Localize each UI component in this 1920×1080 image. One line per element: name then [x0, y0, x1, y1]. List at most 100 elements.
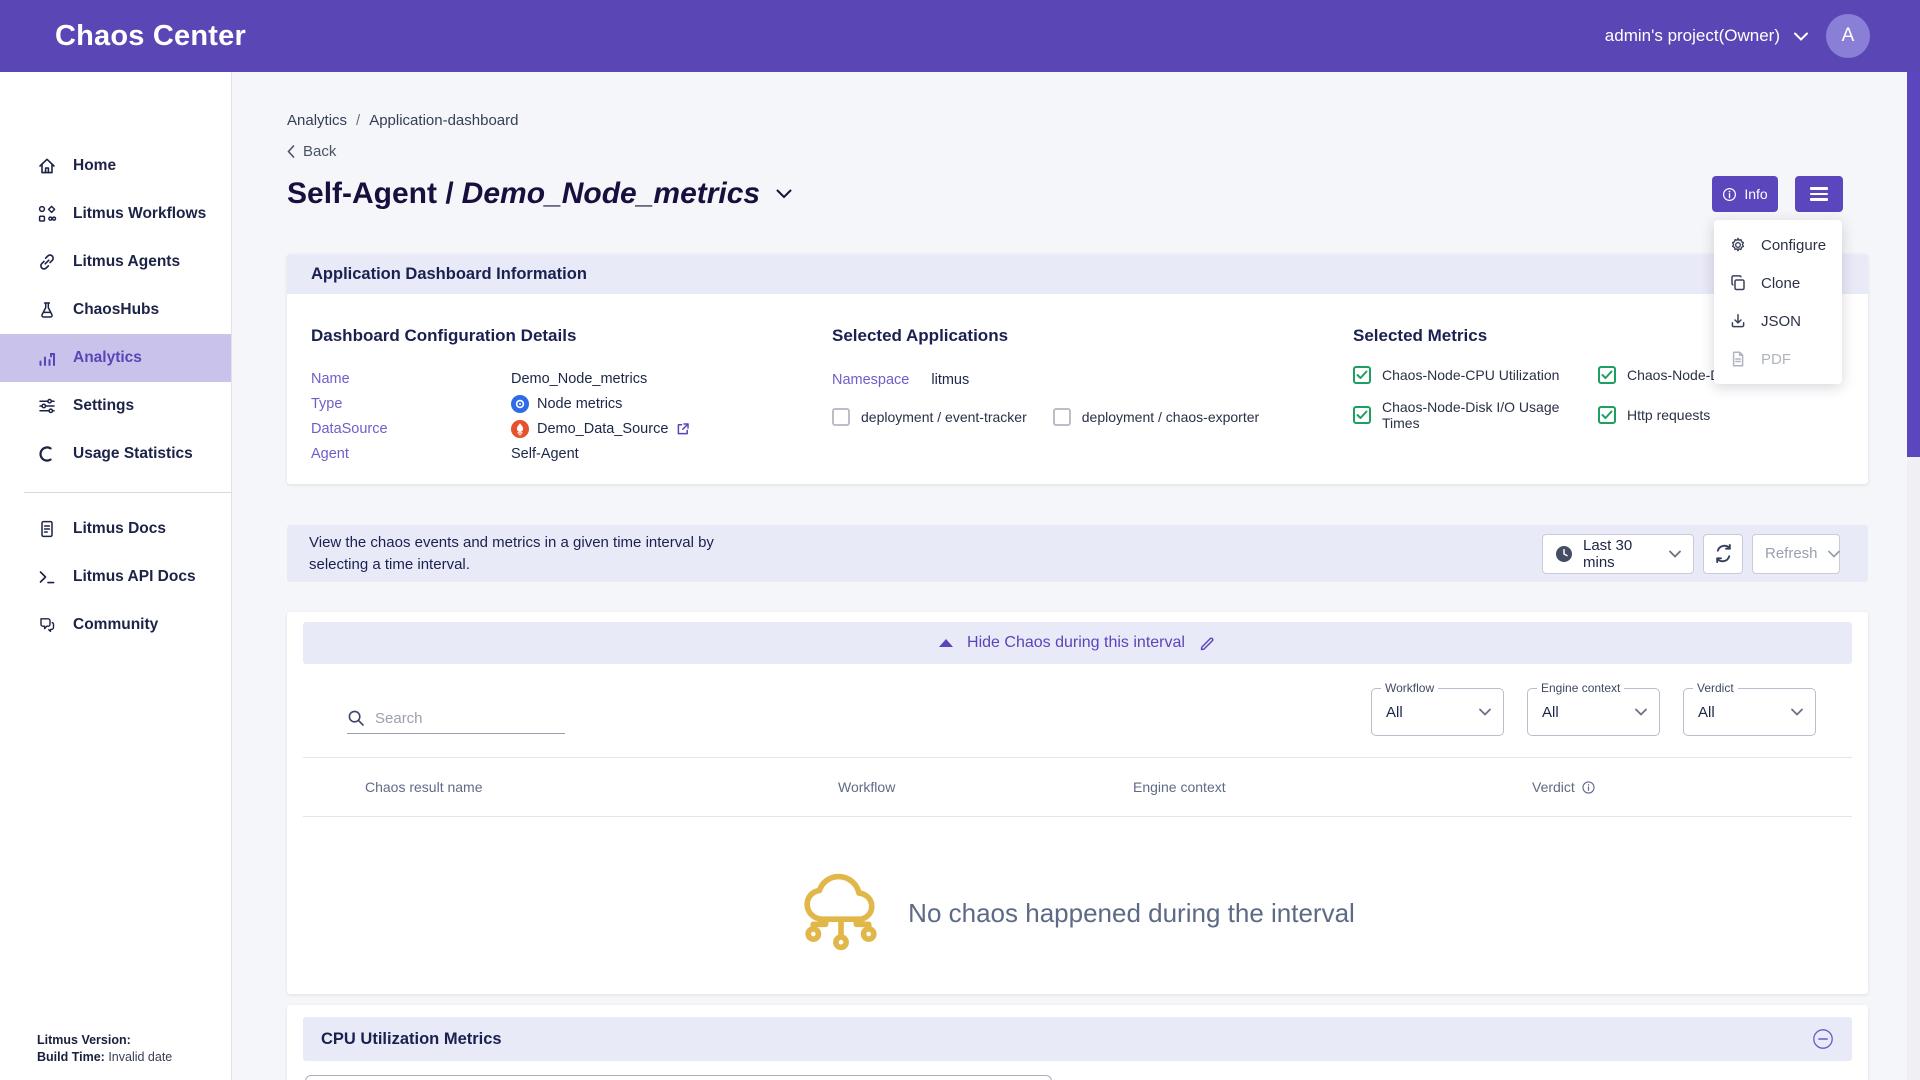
sidebar: Home Litmus Workflows Litmus Agents Chao…: [0, 72, 232, 1080]
project-label: admin's project(Owner): [1605, 26, 1780, 46]
engine-context-filter-select[interactable]: Engine context All: [1527, 688, 1660, 736]
hamburger-icon: [1810, 187, 1828, 189]
checkbox-checked: [1353, 406, 1371, 424]
link-icon: [37, 252, 57, 272]
build-time-label: Build Time:: [37, 1050, 105, 1064]
config-row-datasource: DataSource Demo_Data_Source: [311, 416, 811, 441]
info-button[interactable]: Info: [1712, 176, 1778, 212]
sidebar-item-litmus-api-docs[interactable]: Litmus API Docs: [0, 553, 231, 601]
sidebar-item-litmus-docs[interactable]: Litmus Docs: [0, 505, 231, 553]
empty-state: No chaos happened during the interval: [303, 870, 1852, 956]
pencil-icon[interactable]: [1199, 635, 1216, 652]
litmus-version-label: Litmus Version:: [37, 1033, 131, 1047]
config-row-agent: Agent Self-Agent: [311, 441, 811, 466]
interval-description: View the chaos events and metrics in a g…: [309, 532, 769, 576]
home-icon: [37, 156, 57, 176]
sidebar-item-usage-statistics[interactable]: Usage Statistics: [0, 430, 231, 478]
chevron-left-icon: [287, 145, 295, 158]
node-metrics-icon: [511, 395, 529, 413]
menu-item-pdf: PDF: [1714, 340, 1842, 378]
version-info: Litmus Version: Build Time: Invalid date: [37, 1032, 172, 1066]
checkbox-checked: [1598, 406, 1616, 424]
info-circle-icon[interactable]: [1582, 781, 1595, 794]
selected-applications: Selected Applications Namespace litmus d…: [832, 326, 1312, 426]
checkbox-http-requests[interactable]: Http requests: [1598, 399, 1853, 431]
search-box: [347, 709, 565, 734]
bar-chart-icon: [37, 348, 57, 368]
chevron-down-icon: [1828, 550, 1840, 558]
table-header: Chaos result name Workflow Engine contex…: [303, 757, 1852, 817]
search-input[interactable]: [375, 710, 545, 727]
app-title: Chaos Center: [55, 20, 246, 53]
hide-chaos-toggle[interactable]: Hide Chaos during this interval: [303, 622, 1852, 664]
column-engine-context: Engine context: [1133, 779, 1532, 795]
checkbox-unchecked: [1053, 408, 1071, 426]
clock-icon: [1555, 545, 1573, 563]
chevron-down-icon: [1794, 32, 1808, 41]
refresh-interval-select[interactable]: Refresh: [1752, 534, 1840, 574]
chaos-center-screen: Chaos Center admin's project(Owner) A Ho…: [0, 0, 1920, 1080]
chevron-down-icon: [1635, 708, 1647, 716]
chevron-down-icon: [1479, 708, 1491, 716]
main-content: Analytics / Application-dashboard Back S…: [232, 72, 1920, 1080]
checkbox-checked: [1353, 366, 1371, 384]
sidebar-item-settings[interactable]: Settings: [0, 382, 231, 430]
time-range-select[interactable]: Last 30 mins: [1542, 534, 1694, 574]
column-chaos-result-name: Chaos result name: [365, 779, 838, 795]
workflows-icon: [37, 204, 57, 224]
sidebar-item-home[interactable]: Home: [0, 142, 231, 190]
config-row-name: Name Demo_Node_metrics: [311, 366, 811, 391]
workflow-filter-select[interactable]: Workflow All: [1371, 688, 1504, 736]
info-panel-title: Application Dashboard Information: [287, 254, 1868, 294]
chaos-table-card: Hide Chaos during this interval Workflow…: [287, 612, 1868, 994]
menu-item-json[interactable]: JSON: [1714, 302, 1842, 340]
checkbox-disk-io-times[interactable]: Chaos-Node-Disk I/O Usage Times: [1353, 399, 1598, 431]
dashboard-configuration-details: Dashboard Configuration Details Name Dem…: [311, 326, 811, 466]
menu-item-clone[interactable]: Clone: [1714, 264, 1842, 302]
breadcrumb-analytics[interactable]: Analytics: [287, 112, 347, 129]
file-icon: [1729, 350, 1747, 368]
back-button[interactable]: Back: [287, 143, 1868, 160]
sidebar-divider: [24, 492, 231, 493]
checkbox-chaos-exporter[interactable]: deployment / chaos-exporter: [1053, 408, 1259, 426]
sidebar-item-chaoshubs[interactable]: ChaosHubs: [0, 286, 231, 334]
breadcrumb-separator: /: [356, 112, 360, 129]
config-row-type: Type Node metrics: [311, 391, 811, 416]
sidebar-item-community[interactable]: Community: [0, 601, 231, 649]
sidebar-item-litmus-agents[interactable]: Litmus Agents: [0, 238, 231, 286]
dashboard-name: Demo_Node_metrics: [462, 177, 760, 210]
app-header: Chaos Center admin's project(Owner) A: [0, 0, 1920, 72]
title-row: Self-Agent /Demo_Node_metrics Info: [287, 172, 1868, 216]
copy-icon: [1729, 274, 1747, 292]
flask-icon: [37, 300, 57, 320]
agent-name: Self-Agent /: [287, 177, 454, 210]
verdict-filter-select[interactable]: Verdict All: [1683, 688, 1816, 736]
scrollbar-thumb[interactable]: [1907, 72, 1920, 457]
breadcrumb-current: Application-dashboard: [369, 112, 518, 129]
sliders-icon: [37, 396, 57, 416]
project-selector[interactable]: admin's project(Owner): [1605, 26, 1808, 46]
cpu-metrics-card: CPU Utilization Metrics: [287, 1005, 1868, 1080]
refresh-now-button[interactable]: [1703, 534, 1743, 574]
terminal-icon: [37, 567, 57, 587]
vertical-scrollbar: [1907, 72, 1920, 1080]
cpu-metrics-header: CPU Utilization Metrics: [303, 1017, 1852, 1061]
collapse-icon[interactable]: [1812, 1028, 1834, 1050]
applications-section-title: Selected Applications: [832, 326, 1312, 346]
empty-message: No chaos happened during the interval: [908, 898, 1355, 929]
toggle-label: Hide Chaos during this interval: [967, 634, 1185, 652]
build-time-value: Invalid date: [108, 1050, 172, 1064]
title-dropdown-caret[interactable]: [776, 189, 792, 199]
checkbox-event-tracker[interactable]: deployment / event-tracker: [832, 408, 1027, 426]
checkbox-checked: [1598, 366, 1616, 384]
dashboard-menu-button[interactable]: [1795, 176, 1843, 212]
checkbox-cpu-utilization[interactable]: Chaos-Node-CPU Utilization: [1353, 366, 1598, 384]
sidebar-item-litmus-workflows[interactable]: Litmus Workflows: [0, 190, 231, 238]
column-verdict: Verdict: [1532, 779, 1852, 795]
sidebar-item-analytics[interactable]: Analytics: [0, 334, 231, 382]
menu-item-configure[interactable]: Configure: [1714, 226, 1842, 264]
cloud-network-icon: [800, 870, 882, 956]
external-link-icon[interactable]: [676, 422, 690, 436]
namespace-row: Namespace litmus: [832, 372, 1312, 388]
avatar[interactable]: A: [1826, 14, 1870, 58]
